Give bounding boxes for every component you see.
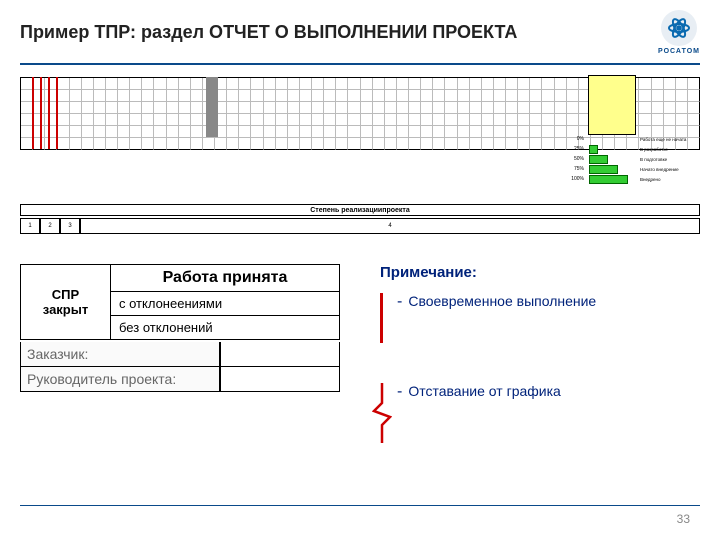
spr-label: СПР закрыт: [21, 265, 111, 340]
legend-highlight: [588, 75, 636, 135]
notes-title: Примечание:: [380, 264, 700, 281]
acceptance-table: СПР закрыт Работа принята с отклонеениям…: [20, 264, 340, 340]
straight-line-icon: [380, 293, 383, 343]
legend-pct: 25%: [566, 146, 586, 152]
gray-block: [206, 77, 218, 137]
note-text: Отставание от графика: [408, 383, 561, 399]
legend-label: Начато внедрение: [638, 167, 679, 172]
col-num: 2: [40, 218, 60, 234]
red-marker: [32, 77, 34, 149]
legend-step-75: [589, 165, 618, 174]
column-number-row: 1 2 3 4: [20, 218, 700, 234]
customer-label: Заказчик:: [20, 342, 220, 367]
pm-label: Руководитель проекта:: [20, 367, 220, 392]
brand-logo: РОСАТОМ: [658, 10, 700, 55]
section-label-row: Степень реализациипроекта: [20, 204, 700, 216]
legend-pct: 100%: [566, 176, 586, 182]
red-marker: [48, 77, 50, 149]
brand-name: РОСАТОМ: [658, 48, 700, 55]
page-title: Пример ТПР: раздел ОТЧЕТ О ВЫПОЛНЕНИИ ПР…: [20, 22, 517, 43]
col-num: 3: [60, 218, 80, 234]
legend-label: Работа еще не начата: [638, 137, 686, 142]
rosatom-icon: [661, 10, 697, 46]
dash-icon: -: [397, 383, 402, 401]
notes-block: Примечание: - Своевременное выполнение -…: [380, 264, 700, 483]
page-number: 33: [677, 512, 690, 526]
zigzag-line-icon: [380, 383, 383, 443]
red-marker: [40, 77, 42, 149]
col-num: 1: [20, 218, 40, 234]
dash-icon: -: [397, 293, 402, 311]
legend-step-100: [589, 175, 628, 184]
completion-legend: 0% 25% 50% 75% 100% Работа еще не начата…: [588, 75, 700, 167]
legend-label: В подготовке: [638, 157, 667, 162]
with-deviations-cell: с отклонеениями: [111, 292, 340, 316]
legend-label: Внедрено: [638, 177, 661, 182]
work-accepted-header: Работа принята: [111, 265, 340, 292]
header-divider: [20, 63, 700, 65]
note-item-ontime: - Своевременное выполнение: [380, 293, 700, 343]
progress-grid: 0% 25% 50% 75% 100% Работа еще не начата…: [20, 77, 700, 150]
note-item-delay: - Отставание от графика: [380, 383, 700, 443]
without-deviations-cell: без отклонений: [111, 316, 340, 340]
acceptance-block: СПР закрыт Работа принята с отклонеениям…: [20, 264, 340, 483]
red-marker: [56, 77, 58, 149]
note-text: Своевременное выполнение: [408, 293, 596, 309]
col-num: 4: [80, 218, 700, 234]
legend-pct: 50%: [566, 156, 586, 162]
legend-label: В разработке: [638, 147, 668, 152]
customer-value: [220, 342, 340, 367]
legend-step-50: [589, 155, 608, 164]
legend-step-25: [589, 145, 598, 154]
footer-divider: [20, 505, 700, 506]
legend-pct: 0%: [566, 136, 586, 142]
pm-value: [220, 367, 340, 392]
legend-pct: 75%: [566, 166, 586, 172]
